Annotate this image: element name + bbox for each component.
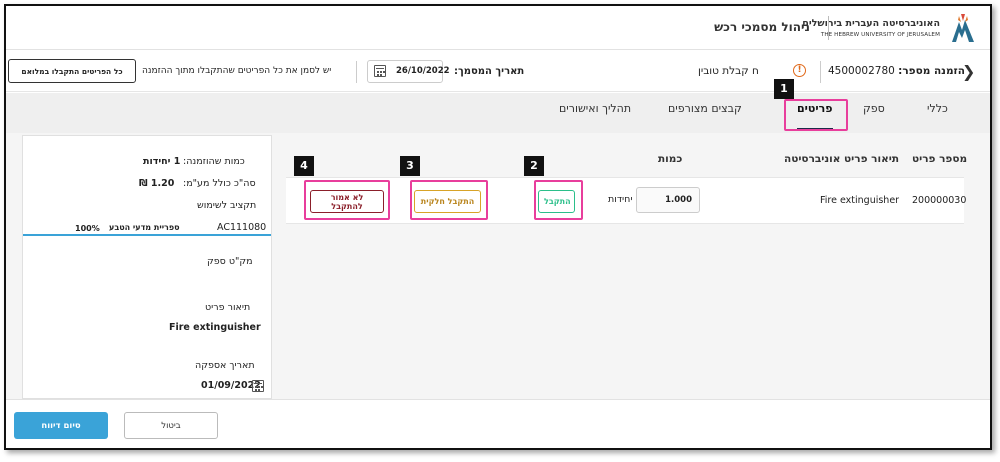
finish-report-button[interactable]: סיום דיווח bbox=[14, 412, 108, 439]
ordered-quantity-label: כמות שהוזמנה: bbox=[183, 156, 245, 167]
document-date-value: 26/10/2022 bbox=[396, 66, 450, 76]
item-summary: כמות שהוזמנה: 1 יחידות סה"כ כולל מע"מ: 1… bbox=[23, 136, 271, 236]
table-row: 200000030 Fire extinguisher 1.000 יחידות… bbox=[286, 177, 967, 224]
calendar-icon[interactable] bbox=[374, 65, 386, 77]
column-header-quantity: כמות bbox=[658, 153, 683, 165]
top-header: האוניברסיטה העברית בירושלים THE HEBREW U… bbox=[6, 6, 990, 50]
app-window: האוניברסיטה העברית בירושלים THE HEBREW U… bbox=[4, 4, 992, 450]
action-footer: סיום דיווח ביטול bbox=[6, 399, 990, 448]
column-header-item-number: מספר פריט bbox=[912, 153, 968, 165]
app-title: ניהול מסמכי רכש bbox=[714, 20, 810, 34]
main-content: מספר פריט תיאור פריט אוניברסיטה כמות 200… bbox=[6, 133, 990, 399]
active-tab-indicator bbox=[797, 128, 833, 131]
supplier-sku-label: מק"ט ספק bbox=[207, 256, 253, 267]
order-toolbar: ❯ הזמנה מספר: 4500002780 ח קבלת טובין ! … bbox=[6, 52, 990, 92]
order-number-label: הזמנה מספר: bbox=[898, 65, 965, 77]
order-number: הזמנה מספר: 4500002780 bbox=[828, 65, 965, 77]
order-number-value: 4500002780 bbox=[828, 65, 895, 77]
tab-items[interactable]: פריטים bbox=[797, 102, 832, 115]
calendar-icon[interactable] bbox=[252, 380, 264, 392]
partially-received-button[interactable]: התקבל חלקית bbox=[414, 190, 481, 213]
document-date-label: תאריך המסמך: bbox=[454, 66, 525, 77]
item-description-value: Fire extinguisher bbox=[169, 322, 261, 333]
annotation-3: 3 bbox=[400, 156, 420, 176]
university-name-hebrew: האוניברסיטה העברית בירושלים bbox=[802, 18, 940, 29]
budget-percent: 100% bbox=[75, 224, 100, 233]
ordered-quantity-value: 1 יחידות bbox=[143, 156, 181, 167]
hebrew-university-logo-icon bbox=[952, 14, 974, 42]
not-expected-button[interactable]: לא אמור להתקבל bbox=[310, 190, 384, 213]
supply-date-label: תאריך אספקה bbox=[195, 360, 255, 371]
budget-name: ספריית מדעי הטבע bbox=[109, 223, 180, 232]
tab-supplier[interactable]: ספק bbox=[863, 102, 885, 115]
annotation-1: 1 bbox=[774, 79, 794, 99]
quantity-input[interactable]: 1.000 bbox=[636, 187, 700, 213]
header-divider bbox=[828, 16, 829, 40]
item-description-label: תיאור פריט bbox=[205, 302, 251, 313]
budget-label: תקציב לשימוש bbox=[197, 200, 257, 211]
warning-icon: ! bbox=[793, 64, 806, 77]
mark-items-instruction: יש לסמן את כל הפריטים שהתקבלו מתוך ההזמנ… bbox=[142, 66, 332, 76]
toolbar-divider bbox=[820, 61, 821, 83]
document-date-field[interactable]: 26/10/2022 bbox=[367, 60, 450, 83]
university-name-english: THE HEBREW UNIVERSITY OF JERUSALEM bbox=[820, 32, 940, 38]
units-label: יחידות bbox=[608, 194, 633, 205]
tab-attachments[interactable]: קבצים מצורפים bbox=[668, 102, 742, 115]
received-button[interactable]: התקבל bbox=[538, 190, 575, 213]
all-items-received-button[interactable]: כל הפריטים התקבלו במלואם bbox=[8, 59, 136, 83]
tab-process-approvals[interactable]: תהליך ואישורים bbox=[559, 102, 631, 115]
annotation-4: 4 bbox=[294, 156, 314, 176]
total-vat-value: 1.20 ₪ bbox=[139, 178, 175, 189]
item-details-panel: כמות שהוזמנה: 1 יחידות סה"כ כולל מע"מ: 1… bbox=[22, 135, 272, 399]
tab-general[interactable]: כללי bbox=[927, 102, 948, 115]
budget-code: AC111080 bbox=[217, 222, 267, 233]
tabs-bar: כללי ספק פריטים קבצים מצורפים תהליך ואיש… bbox=[6, 93, 990, 133]
goods-receipt-link[interactable]: ח קבלת טובין bbox=[698, 65, 759, 77]
item-number: 200000030 bbox=[912, 195, 967, 206]
item-description: Fire extinguisher bbox=[820, 195, 900, 206]
items-table: מספר פריט תיאור פריט אוניברסיטה כמות 200… bbox=[286, 133, 968, 399]
annotation-2: 2 bbox=[524, 156, 544, 176]
toolbar-divider bbox=[356, 61, 357, 83]
column-header-description: תיאור פריט אוניברסיטה bbox=[784, 153, 899, 165]
cancel-button[interactable]: ביטול bbox=[124, 412, 218, 439]
total-vat-label: סה"כ כולל מע"מ: bbox=[183, 178, 256, 189]
